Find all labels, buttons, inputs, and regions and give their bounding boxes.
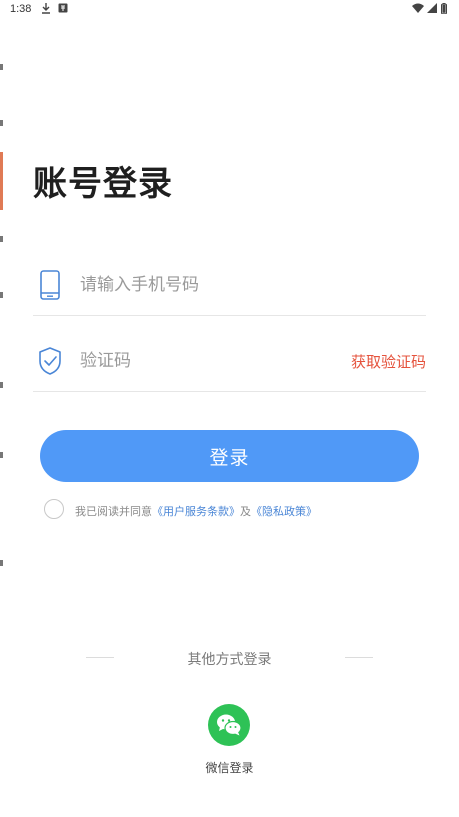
status-bar: 1:38 bbox=[0, 0, 459, 20]
edge-remnant bbox=[0, 152, 3, 210]
download-icon bbox=[41, 3, 51, 17]
code-field-row: 获取验证码 bbox=[33, 335, 426, 392]
wechat-login-label: 微信登录 bbox=[205, 761, 254, 775]
phone-field-row bbox=[33, 259, 426, 316]
agreement-prefix: 我已阅读并同意 bbox=[75, 505, 152, 518]
login-button[interactable]: 登录 bbox=[40, 430, 419, 482]
terms-link[interactable]: 《用户服务条款》 bbox=[152, 505, 240, 518]
wechat-login-button[interactable] bbox=[208, 704, 250, 746]
agreement-and: 及 bbox=[240, 505, 251, 518]
edge-remnant bbox=[0, 382, 3, 388]
phone-icon bbox=[36, 269, 64, 301]
notification-icon bbox=[58, 3, 68, 17]
signal-icon bbox=[427, 3, 437, 16]
login-screen: 1:38 账号登录 请输入手机号码 验证码 获取验证码 登录 我已阅读并同意《用… bbox=[0, 0, 459, 817]
status-time: 1:38 bbox=[10, 3, 32, 15]
edge-remnant bbox=[0, 120, 3, 126]
agreement-text: 我已阅读并同意《用户服务条款》及《隐私政策》 bbox=[75, 503, 317, 519]
edge-remnant bbox=[0, 452, 3, 458]
edge-remnant bbox=[0, 64, 3, 70]
wechat-icon bbox=[216, 713, 242, 741]
edge-remnant bbox=[0, 292, 3, 298]
agreement-row: 我已阅读并同意《用户服务条款》及《隐私政策》 bbox=[44, 499, 424, 521]
phone-input[interactable] bbox=[80, 271, 340, 299]
other-login-title: 其他方式登录 bbox=[187, 652, 272, 668]
get-code-button[interactable]: 获取验证码 bbox=[351, 351, 426, 372]
edge-remnant bbox=[0, 560, 3, 566]
battery-icon bbox=[441, 3, 447, 17]
agreement-checkbox[interactable] bbox=[44, 499, 64, 519]
edge-remnant bbox=[0, 236, 3, 242]
privacy-link[interactable]: 《隐私政策》 bbox=[251, 505, 317, 518]
page-title: 账号登录 bbox=[33, 164, 173, 204]
code-input[interactable] bbox=[80, 347, 300, 375]
wifi-icon bbox=[412, 3, 424, 16]
shield-check-icon bbox=[36, 345, 64, 377]
divider-right bbox=[345, 657, 373, 658]
